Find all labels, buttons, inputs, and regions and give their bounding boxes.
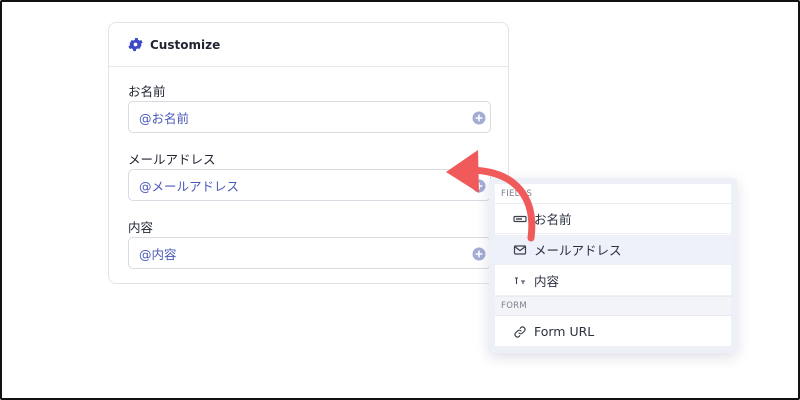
add-circle-icon[interactable] xyxy=(472,246,486,261)
menu-item-label: メールアドレス xyxy=(534,243,622,258)
add-circle-icon[interactable] xyxy=(472,178,486,193)
menu-item-content[interactable]: 内容 xyxy=(495,266,731,296)
add-circle-icon[interactable] xyxy=(472,110,486,125)
name-field-value: @お名前 xyxy=(139,110,190,126)
field-label-email: メールアドレス xyxy=(128,152,216,167)
field-label-name: お名前 xyxy=(128,84,166,99)
variable-dropdown-list: FIELDS お名前 メールアドレス 内容 FORM Form URL xyxy=(495,184,731,347)
mail-icon xyxy=(513,243,527,257)
menu-item-name[interactable]: お名前 xyxy=(495,204,731,234)
name-field[interactable]: @お名前 xyxy=(128,101,491,133)
menu-item-email[interactable]: メールアドレス xyxy=(495,235,731,265)
menu-item-form-url[interactable]: Form URL xyxy=(495,317,731,347)
email-field-value: @メールアドレス xyxy=(139,178,240,194)
menu-item-label: お名前 xyxy=(534,212,572,227)
email-field[interactable]: @メールアドレス xyxy=(128,169,491,201)
customize-card: Customize お名前 @お名前 メールアドレス @メールアドレス 内容 @… xyxy=(108,22,509,284)
card-title: Customize xyxy=(150,37,221,52)
variable-dropdown: FIELDS お名前 メールアドレス 内容 FORM Form URL xyxy=(489,178,737,353)
card-header: Customize xyxy=(109,23,508,67)
content-field[interactable]: @内容 xyxy=(128,237,491,269)
paragraph-icon xyxy=(513,274,527,288)
section-header-form: FORM xyxy=(495,296,731,316)
text-field-icon xyxy=(513,212,527,226)
menu-item-label: 内容 xyxy=(534,274,560,289)
link-icon xyxy=(513,325,527,339)
section-header-fields: FIELDS xyxy=(495,184,731,204)
gear-icon xyxy=(128,37,143,52)
field-label-content: 内容 xyxy=(128,220,154,235)
menu-item-label: Form URL xyxy=(534,324,595,339)
content-field-value: @内容 xyxy=(139,246,177,262)
